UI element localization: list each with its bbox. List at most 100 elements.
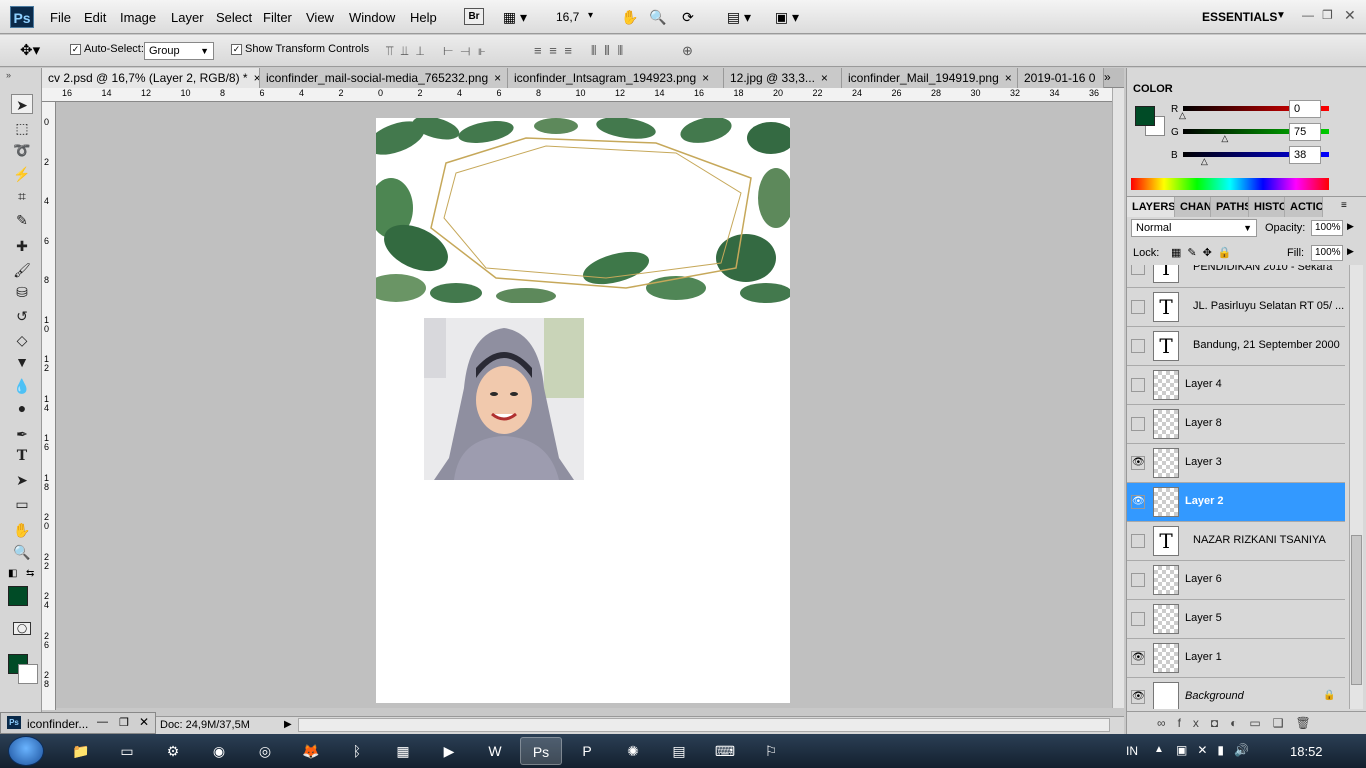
document-tab[interactable]: 12.jpg @ 33,3... ×: [724, 68, 842, 88]
layer-row[interactable]: Layer 5: [1127, 600, 1345, 639]
layer-row[interactable]: Layer 8: [1127, 405, 1345, 444]
scroll-thumb[interactable]: [1351, 535, 1362, 685]
restore-icon[interactable]: ❐: [119, 716, 129, 729]
blur-tool-icon[interactable]: 💧: [11, 376, 33, 396]
bridge-button[interactable]: Br: [464, 8, 484, 25]
visibility-eye-icon[interactable]: [1131, 339, 1145, 353]
move-tool-icon[interactable]: ➤: [11, 94, 33, 114]
minimized-window[interactable]: Ps iconfinder... — ❐ ✕: [0, 712, 156, 734]
chevron-down-icon[interactable]: ▾: [588, 10, 593, 21]
crop-tool-icon[interactable]: ⌗: [11, 186, 33, 206]
chrome-icon[interactable]: ◎: [244, 737, 286, 765]
menu-filter[interactable]: Filter: [263, 10, 292, 25]
rotate-view-icon[interactable]: ⟳: [678, 8, 698, 26]
brush-tool-icon[interactable]: 🖌: [11, 260, 33, 280]
app-icon[interactable]: ▤: [658, 737, 700, 765]
layers-scrollbar[interactable]: [1349, 265, 1363, 709]
tray-expand-icon[interactable]: ▲: [1154, 744, 1164, 755]
move-tool-preset-icon[interactable]: ✥▾: [20, 41, 40, 59]
add-mask-icon[interactable]: ◘: [1211, 716, 1230, 730]
panel-tab[interactable]: HISTO: [1249, 197, 1285, 217]
slider-handle-icon[interactable]: △: [1221, 133, 1228, 144]
firefox-icon[interactable]: 🦊: [290, 737, 332, 765]
visibility-eye-icon[interactable]: [1131, 612, 1145, 626]
visibility-eye-icon[interactable]: 👁: [1131, 456, 1145, 470]
zoom-icon[interactable]: 🔍: [648, 8, 668, 26]
color-spectrum[interactable]: [1131, 178, 1329, 190]
visibility-eye-icon[interactable]: [1131, 378, 1145, 392]
opacity-slider-arrow-icon[interactable]: ▶: [1347, 221, 1354, 232]
distribute-icons[interactable]: ≡ ≡ ≡ ⦀ ⦀ ⦀: [534, 43, 625, 59]
visibility-eye-icon[interactable]: [1131, 265, 1145, 275]
media-player-icon[interactable]: ▶: [428, 737, 470, 765]
quick-mask-icon[interactable]: ◯: [13, 622, 31, 635]
history-brush-icon[interactable]: ↺: [11, 306, 33, 326]
keyboard-icon[interactable]: ⌨: [704, 737, 746, 765]
show-transform-checkbox[interactable]: ✓: [231, 44, 242, 55]
panel-tab[interactable]: LAYERS: [1127, 197, 1175, 217]
shape-tool-icon[interactable]: ▭: [11, 494, 33, 514]
document-tab[interactable]: iconfinder_Mail_194919.png ×: [842, 68, 1018, 88]
close-icon[interactable]: ✕: [139, 715, 149, 729]
eraser-icon[interactable]: ◇: [11, 330, 33, 350]
fx-icon[interactable]: fx: [1178, 716, 1211, 730]
clock[interactable]: 18:52: [1290, 744, 1323, 759]
workspace-switcher[interactable]: ESSENTIALS: [1202, 10, 1277, 24]
word-icon[interactable]: W: [474, 737, 516, 765]
bluetooth-icon[interactable]: ᛒ: [336, 737, 378, 765]
app-icon[interactable]: ⚐: [750, 737, 792, 765]
view-extras-icon[interactable]: ▦ ▾: [500, 8, 530, 26]
app-icon[interactable]: ⚙: [152, 737, 194, 765]
zoom-level[interactable]: 16,7: [556, 10, 579, 24]
status-menu-arrow-icon[interactable]: ▶: [284, 719, 292, 730]
layer-row[interactable]: 👁 Background 🔒: [1127, 678, 1345, 709]
menu-image[interactable]: Image: [120, 10, 156, 25]
slider-handle-icon[interactable]: △: [1201, 156, 1208, 167]
delete-layer-icon[interactable]: 🗑: [1296, 716, 1323, 730]
zoom-tool-icon[interactable]: 🔍: [11, 542, 33, 562]
panel-tab[interactable]: PATHS: [1211, 197, 1249, 217]
healing-brush-icon[interactable]: ✚: [11, 236, 33, 256]
tab-close-icon[interactable]: ×: [1005, 71, 1012, 85]
layer-row[interactable]: T Bandung, 21 September 2000: [1127, 327, 1345, 366]
window-icon[interactable]: ▭: [106, 737, 148, 765]
new-group-icon[interactable]: ▭: [1249, 716, 1272, 730]
marquee-tool-icon[interactable]: ⬚: [11, 118, 33, 138]
tab-close-icon[interactable]: ×: [494, 71, 501, 85]
arrange-documents-icon[interactable]: ▤ ▾: [722, 8, 756, 26]
tray-icons[interactable]: ▣✕▮🔊: [1176, 743, 1259, 757]
menu-edit[interactable]: Edit: [84, 10, 106, 25]
lasso-tool-icon[interactable]: ➰: [11, 140, 33, 160]
align-icons[interactable]: ⫪ ⫫ ⊥ ⊢ ⊣ ⊩: [386, 43, 487, 59]
menu-help[interactable]: Help: [410, 10, 437, 25]
restore-icon[interactable]: ❐: [1322, 8, 1333, 22]
document-tab[interactable]: 2019-01-16 0: [1018, 68, 1104, 88]
auto-select-checkbox[interactable]: ✓: [70, 44, 81, 55]
fill-slider-arrow-icon[interactable]: ▶: [1347, 246, 1354, 257]
magic-wand-icon[interactable]: ⚡: [11, 164, 33, 184]
layer-row[interactable]: Layer 4: [1127, 366, 1345, 405]
layer-row[interactable]: Layer 6: [1127, 561, 1345, 600]
pen-tool-icon[interactable]: ✒: [11, 424, 33, 444]
menu-select[interactable]: Select: [216, 10, 252, 25]
document-tab[interactable]: cv 2.psd @ 16,7% (Layer 2, RGB/8) * ×: [42, 68, 260, 88]
auto-select-dropdown[interactable]: Group ▼: [144, 42, 214, 60]
layer-row[interactable]: 👁 Layer 2: [1127, 483, 1345, 522]
clone-stamp-icon[interactable]: ⛁: [11, 282, 33, 302]
language-indicator[interactable]: IN: [1126, 744, 1138, 758]
dodge-tool-icon[interactable]: ●: [11, 398, 33, 418]
path-selection-icon[interactable]: ➤: [11, 470, 33, 490]
layer-row[interactable]: 👁 Layer 3: [1127, 444, 1345, 483]
default-colors-icon[interactable]: ◧: [8, 568, 17, 579]
menu-window[interactable]: Window: [349, 10, 395, 25]
paint-bucket-icon[interactable]: ▼: [11, 352, 33, 372]
visibility-eye-icon[interactable]: [1131, 300, 1145, 314]
foreground-color-swatch[interactable]: [1135, 106, 1155, 126]
panel-tab[interactable]: CHAN: [1175, 197, 1211, 217]
channel-value-input[interactable]: 38: [1289, 146, 1321, 164]
explorer-icon[interactable]: 📁: [60, 737, 102, 765]
lock-icons[interactable]: ▦✎✥🔒: [1171, 246, 1238, 259]
fill-input[interactable]: 100%: [1311, 245, 1343, 261]
auto-align-icon[interactable]: ⊕: [682, 43, 695, 59]
minimize-icon[interactable]: —: [97, 716, 108, 728]
